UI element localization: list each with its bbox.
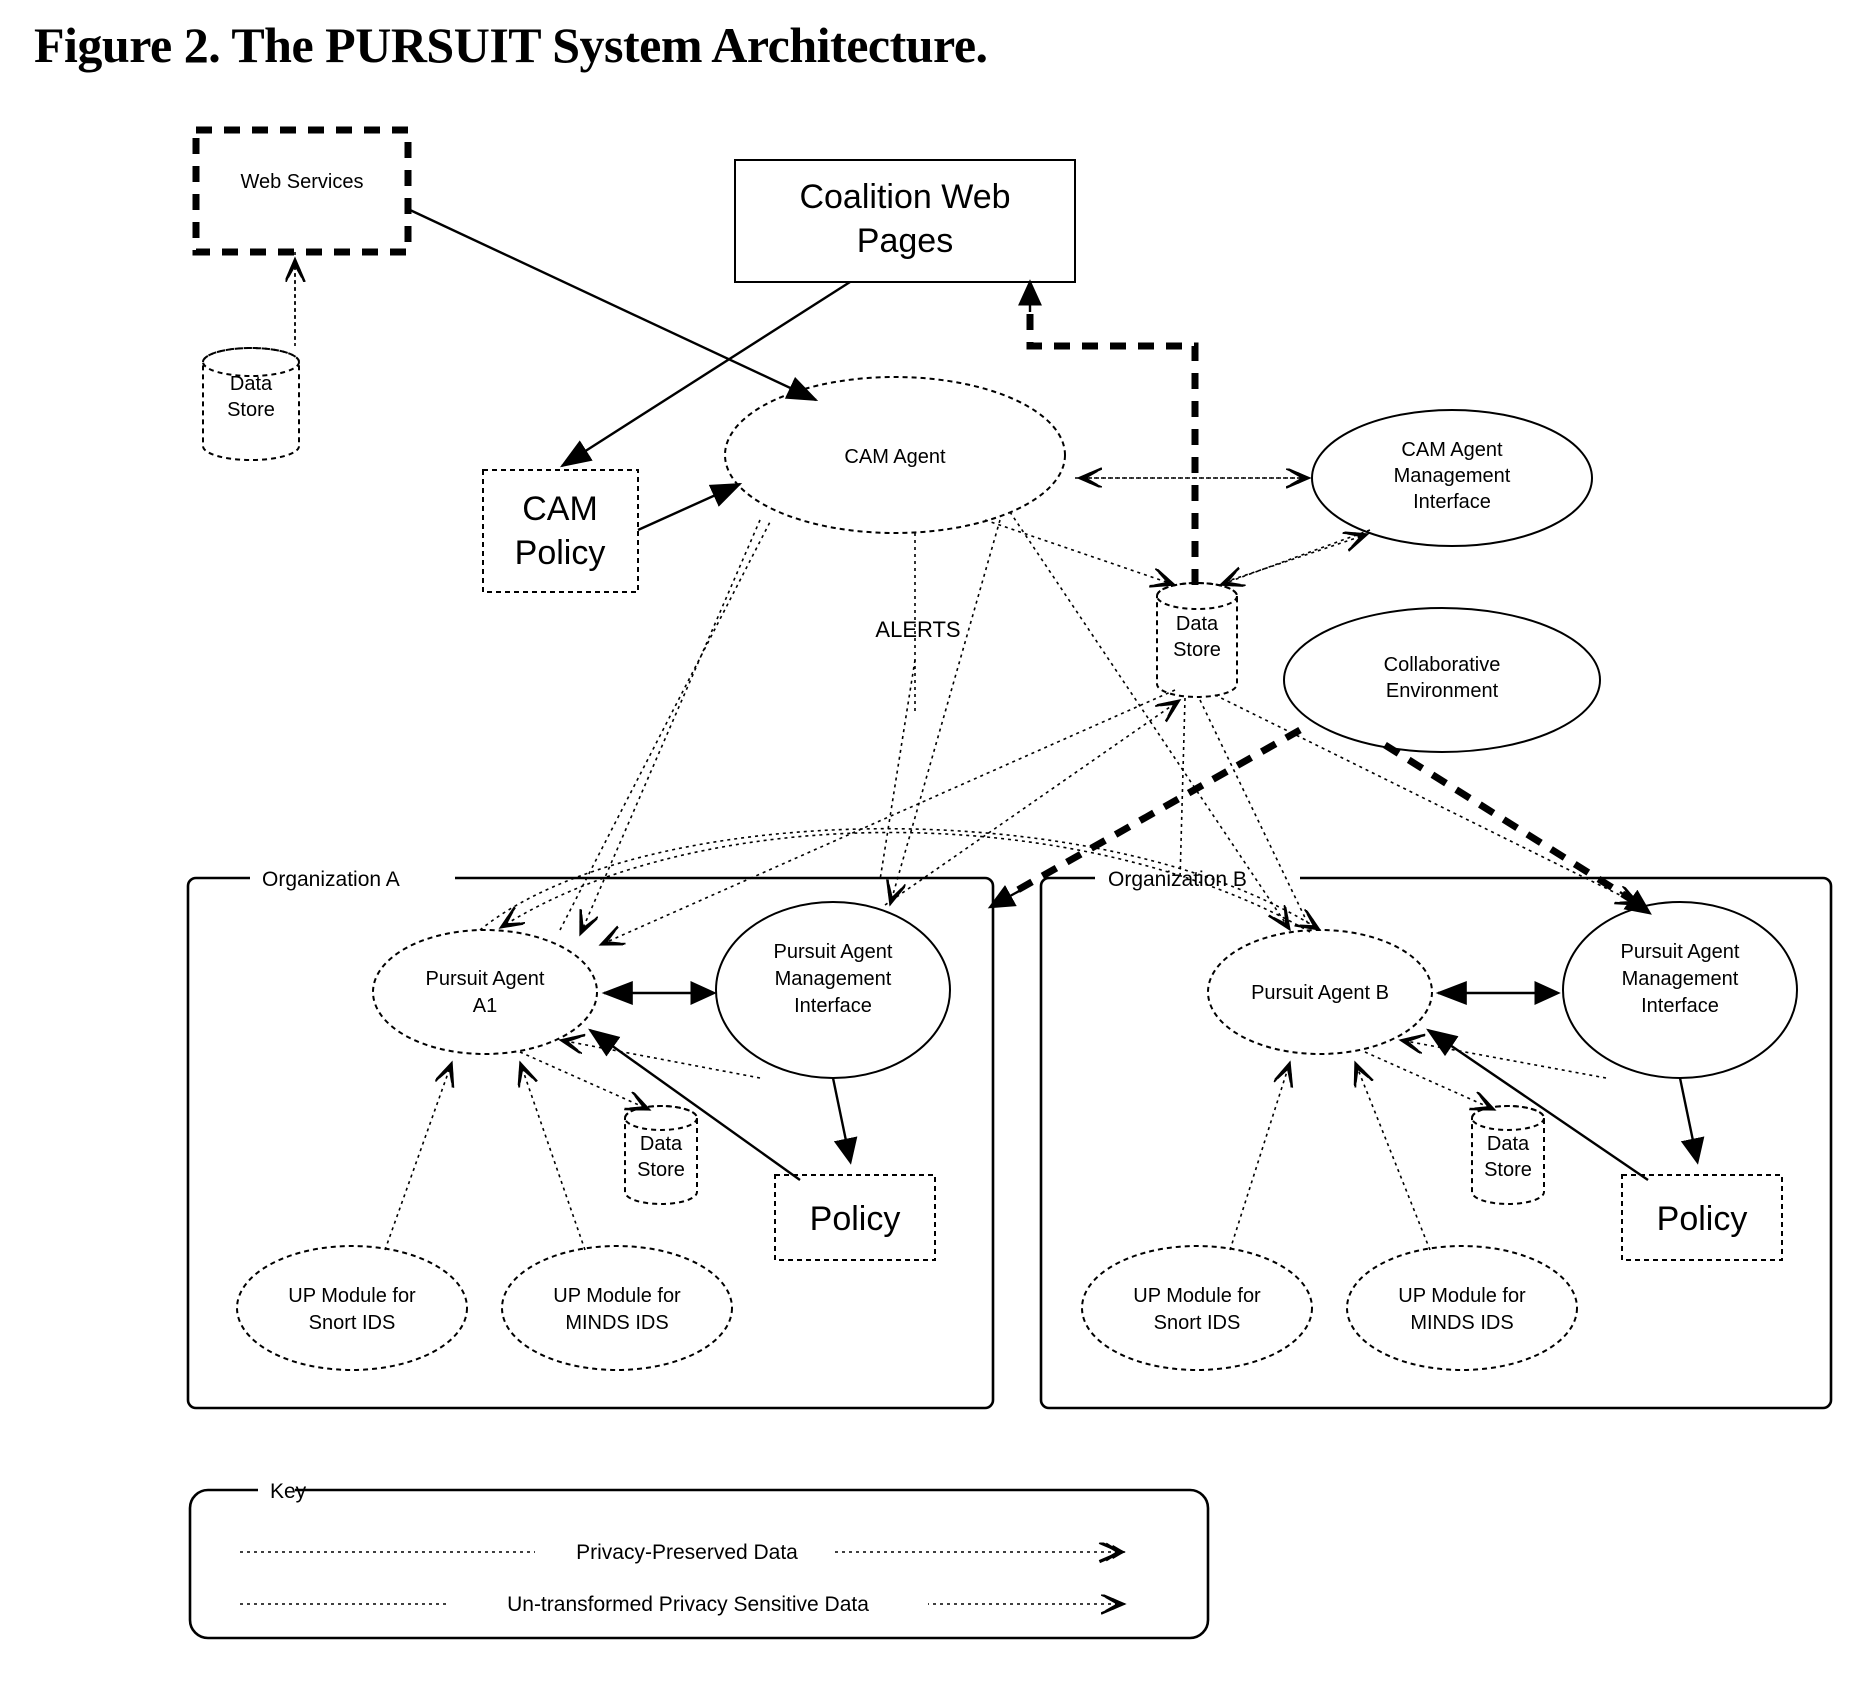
web-services-label: Web Services (240, 171, 363, 193)
pa-mgmt-b-label-3: Interface (1641, 995, 1719, 1017)
architecture-diagram: Web Services Data Store Coalition Web Pa… (0, 0, 1868, 1685)
edge-centerdatastore-down (1179, 697, 1186, 881)
cam-policy-node: CAM Policy (482, 469, 639, 593)
coalition-web-pages-label-1: Coalition Web (799, 178, 1010, 216)
pursuit-agent-b-node: Pursuit Agent B (1207, 929, 1433, 1055)
up-module-snort-b-node: UP Module for Snort IDS (1081, 1245, 1313, 1371)
key-title: Key (270, 1480, 307, 1503)
alerts-label: ALERTS (875, 617, 960, 642)
pa-mgmt-b-label-2: Management (1622, 968, 1739, 990)
edge-pursuitagenta-camagent (559, 521, 771, 931)
pursuit-agent-a1-label-2: A1 (473, 995, 497, 1017)
up-snort-b-label-1: UP Module for (1133, 1285, 1261, 1307)
edge-collabenv-pamgmtb (1383, 742, 1642, 908)
pa-mgmt-a-label-2: Management (775, 968, 892, 990)
edge-centerdatastore-pamgmtb (1214, 694, 1640, 905)
pursuit-agent-mgmt-a-node: Pursuit Agent Management Interface (715, 901, 951, 1079)
up-module-minds-a-node: UP Module for MINDS IDS (501, 1245, 733, 1371)
center-data-store-label-1: Data (1176, 613, 1219, 635)
edge-webservices-camagent (409, 208, 819, 402)
edge-pursuitagentb-orgbdatastore (1364, 1051, 1495, 1111)
edge-camagent-centerdatastore (984, 519, 1175, 585)
pa-mgmt-a-label-1: Pursuit Agent (774, 941, 893, 963)
edge-datastore-coalitionpages (1026, 300, 1199, 585)
edge-campolicy-camagent (637, 482, 743, 532)
cam-mgmt-label-2: Management (1394, 465, 1511, 487)
coalition-web-pages-label-2: Pages (857, 222, 953, 260)
edge-upsnortb-pursuitagentb (1229, 1062, 1290, 1251)
organization-a-label: Organization A (262, 868, 400, 891)
key-label-untransformed: Un-transformed Privacy Sensitive Data (507, 1593, 869, 1616)
up-module-snort-a-node: UP Module for Snort IDS (236, 1245, 468, 1371)
policy-b-node: Policy (1621, 1174, 1783, 1261)
edge-centerdatastore-pursuitagenta (600, 689, 1176, 946)
pursuit-agent-a1-label-1: Pursuit Agent (426, 968, 545, 990)
edge-cammgmt-centerdatastore (1220, 529, 1371, 585)
cam-agent-node: CAM Agent (724, 376, 1066, 534)
edge-camagent-pursuitagenta (579, 519, 761, 935)
edge-upsnorta-pursuitagenta (384, 1062, 452, 1251)
pa-mgmt-a-label-3: Interface (794, 995, 872, 1017)
web-services-node: Web Services (192, 126, 412, 256)
collaborative-environment-node: Collaborative Environment (1283, 607, 1601, 753)
edge-pursuitagenta-orgadatastore (519, 1051, 650, 1111)
center-data-store-label-2: Store (1173, 639, 1221, 661)
coalition-web-pages-node: Coalition Web Pages (734, 159, 1076, 283)
edge-policyb-pursuitagentb (1426, 1028, 1649, 1181)
org-a-data-store-node: Data Store (624, 1105, 698, 1205)
collaborative-env-label-2: Environment (1386, 680, 1499, 702)
cam-mgmt-label-3: Interface (1413, 491, 1491, 513)
up-snort-b-label-2: Snort IDS (1154, 1312, 1241, 1334)
center-data-store-node: Data Store (1156, 582, 1238, 698)
org-b-data-store-label-2: Store (1484, 1159, 1532, 1181)
up-snort-a-label-1: UP Module for (288, 1285, 416, 1307)
pursuit-agent-b-label: Pursuit Agent B (1251, 982, 1389, 1004)
pa-mgmt-b-label-1: Pursuit Agent (1621, 941, 1740, 963)
edge-pamgmtb-pursuitagentb-dotted (1400, 1040, 1607, 1079)
policy-a-label: Policy (810, 1200, 901, 1238)
web-data-store-label-1: Data (230, 373, 273, 395)
edge-upmindsb-pursuitagentb (1355, 1062, 1431, 1251)
edge-alerts-down (879, 659, 916, 881)
up-minds-a-label-1: UP Module for (553, 1285, 681, 1307)
organization-b-label: Organization B (1108, 868, 1247, 891)
cam-policy-label-1: CAM (522, 490, 598, 528)
edge-upmindsa-pursuitagenta (520, 1062, 586, 1251)
edge-camagent-pamgmta (890, 519, 1001, 905)
edge-coalitionpages-campolicy (559, 280, 851, 468)
org-b-data-store-label-1: Data (1487, 1133, 1530, 1155)
edge-pamgmta-policya (831, 1077, 858, 1165)
up-module-minds-b-node: UP Module for MINDS IDS (1346, 1245, 1578, 1371)
org-a-data-store-label-1: Data (640, 1133, 683, 1155)
policy-a-node: Policy (774, 1174, 936, 1261)
policy-b-label: Policy (1657, 1200, 1748, 1238)
pursuit-agent-mgmt-b-node: Pursuit Agent Management Interface (1562, 901, 1798, 1079)
web-data-store-node: Data Store (202, 347, 300, 461)
web-data-store-label-2: Store (227, 399, 275, 421)
edge-policya-pursuitagenta (588, 1028, 801, 1181)
cam-policy-label-2: Policy (515, 534, 606, 572)
up-minds-a-label-2: MINDS IDS (565, 1312, 668, 1334)
up-snort-a-label-2: Snort IDS (309, 1312, 396, 1334)
key-legend-box: Key Privacy-Preserved Data Un-transforme… (188, 1480, 1210, 1640)
edge-pamgmtb-policyb (1678, 1077, 1705, 1165)
key-label-privacy-preserved: Privacy-Preserved Data (576, 1541, 798, 1564)
org-b-data-store-node: Data Store (1471, 1105, 1545, 1205)
cam-mgmt-label-1: CAM Agent (1401, 439, 1503, 461)
up-minds-b-label-1: UP Module for (1398, 1285, 1526, 1307)
cam-agent-label: CAM Agent (844, 446, 946, 468)
edge-centerdatastore-cammgmt (1224, 534, 1368, 583)
pursuit-agent-a1-node: Pursuit Agent A1 (372, 929, 598, 1055)
edge-pamgmta-pursuitagenta-dotted (560, 1040, 761, 1079)
cam-agent-management-interface-node: CAM Agent Management Interface (1311, 409, 1593, 547)
edge-collabenv-pamgmta-arrowhead (987, 883, 1031, 909)
up-minds-b-label-2: MINDS IDS (1410, 1312, 1513, 1334)
org-a-data-store-label-2: Store (637, 1159, 685, 1181)
collaborative-env-label-1: Collaborative (1384, 654, 1501, 676)
